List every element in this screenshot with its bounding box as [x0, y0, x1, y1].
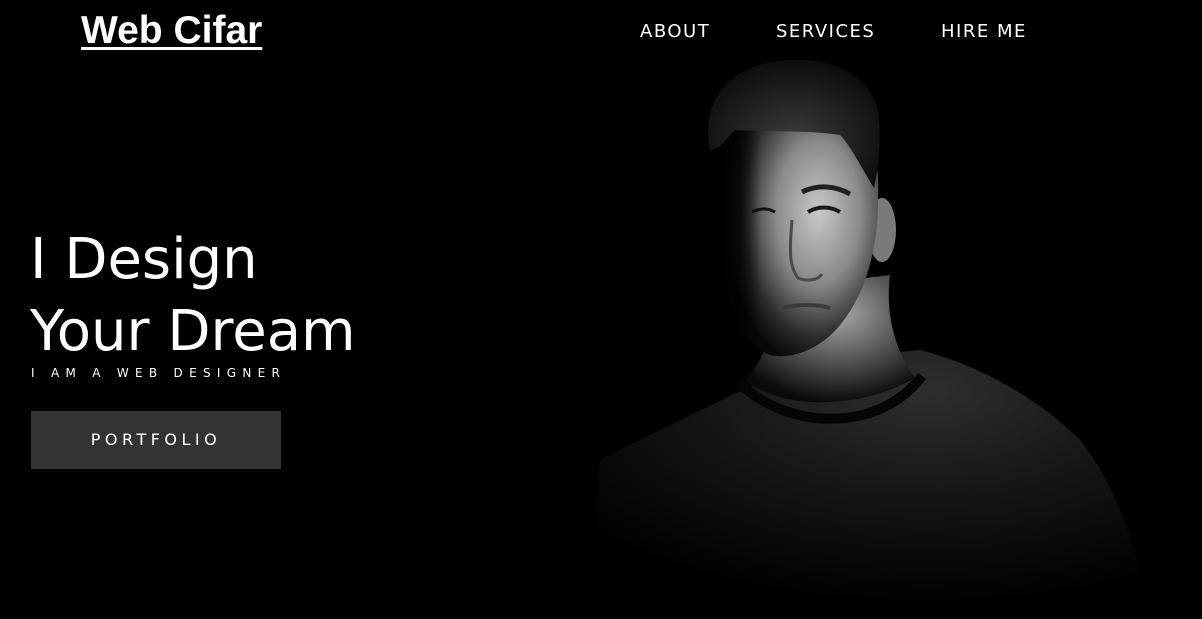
hero-title-line-2: Your Dream: [30, 299, 356, 364]
hero-title-line-1: I Design: [30, 227, 258, 292]
nav-hire-me-link[interactable]: HIRE ME: [941, 19, 1027, 45]
nav-services-link[interactable]: SERVICES: [776, 19, 875, 45]
nav-about-link[interactable]: ABOUT: [640, 19, 710, 45]
hero-subtitle: I AM A WEB DESIGNER: [31, 366, 287, 380]
man-portrait-photo: [590, 60, 1150, 619]
main-nav: ABOUT SERVICES HIRE ME: [0, 19, 1202, 45]
hero-title: I Design Your Dream: [30, 224, 356, 368]
landing-page: Web Cifar ABOUT SERVICES HIRE ME I Desig…: [0, 0, 1202, 619]
portfolio-button[interactable]: PORTFOLIO: [31, 411, 281, 469]
